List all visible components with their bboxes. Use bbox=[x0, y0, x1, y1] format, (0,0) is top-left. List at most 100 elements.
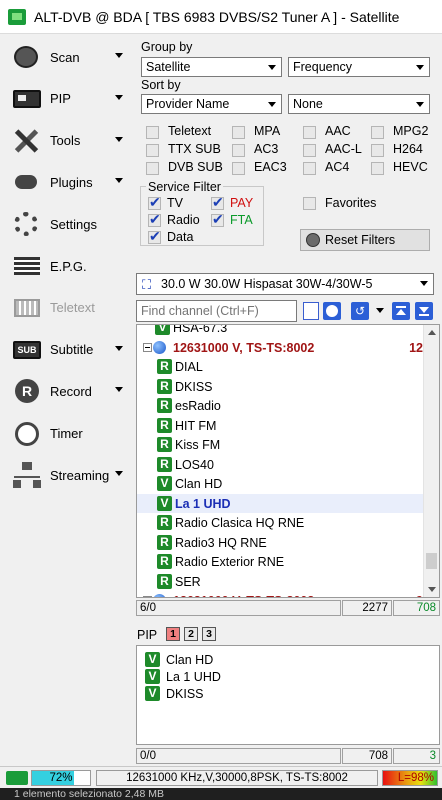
radio-checkbox[interactable] bbox=[148, 211, 161, 228]
flag-label: AC4 bbox=[325, 160, 350, 174]
flag-ac4-checkbox[interactable] bbox=[303, 162, 316, 175]
collapse-icon[interactable] bbox=[143, 342, 152, 352]
list-count: 2277 bbox=[342, 600, 392, 616]
fta-checkbox[interactable] bbox=[211, 211, 224, 228]
pay-checkbox[interactable] bbox=[211, 194, 224, 211]
menu-item-label: PIP bbox=[50, 91, 71, 107]
flag-dvb-sub-checkbox[interactable] bbox=[146, 162, 159, 175]
timer-icon bbox=[10, 418, 44, 448]
menu-item-subtitle[interactable]: SUB Subtitle bbox=[0, 329, 135, 371]
scroll-down-icon[interactable] bbox=[428, 587, 436, 592]
table-row[interactable]: R Kiss FM bbox=[137, 435, 425, 455]
flag-eac3-checkbox[interactable] bbox=[232, 162, 245, 175]
menu-item-streaming[interactable]: Streaming bbox=[0, 454, 135, 496]
menu-item-label: Settings bbox=[50, 216, 97, 232]
flag-label: TTX SUB bbox=[168, 142, 221, 156]
move-to-bottom-icon[interactable] bbox=[415, 302, 433, 320]
epg-icon bbox=[10, 251, 44, 281]
refresh-icon[interactable]: ↺ bbox=[351, 302, 369, 320]
channel-list[interactable]: V HSA-67.3 12631000 V, TS-TS:8002 12 R DIAL R D… bbox=[136, 324, 440, 598]
move-to-top-icon[interactable] bbox=[392, 302, 410, 320]
menu-item-record[interactable]: R Record bbox=[0, 370, 135, 412]
favorites-label: Favorites bbox=[325, 196, 377, 210]
table-row[interactable]: V La 1 UHD bbox=[137, 493, 425, 513]
stream-flags: Teletext MPA AAC MPG2 TTX SUB AC3 AAC-L H264 DVB… bbox=[146, 124, 440, 178]
data-checkbox[interactable] bbox=[148, 228, 161, 245]
video-channel-icon: V bbox=[157, 495, 172, 511]
pip-channel-list[interactable]: V Clan HD V La 1 UHD V DKISS bbox=[136, 645, 440, 745]
radio-channel-icon: R bbox=[157, 417, 172, 433]
reset-filters-button[interactable]: Reset Filters bbox=[300, 229, 430, 251]
table-row[interactable]: R DIAL bbox=[137, 357, 425, 377]
menu-item-plugins[interactable]: Plugins bbox=[0, 161, 135, 203]
table-row[interactable]: V Clan HD bbox=[137, 474, 425, 494]
menu-item-scan[interactable]: Scan bbox=[0, 36, 135, 78]
favorites-checkbox[interactable] bbox=[303, 197, 316, 210]
clock-icon[interactable] bbox=[323, 302, 341, 320]
pip-slot-3-button[interactable]: 3 bbox=[202, 627, 216, 641]
radio-channel-icon: R bbox=[157, 359, 172, 374]
flag-label: EAC3 bbox=[254, 160, 287, 174]
table-row[interactable]: R Radio Clasica HQ RNE bbox=[137, 513, 425, 533]
sort-by-select[interactable]: Provider Name bbox=[141, 94, 282, 114]
channel-name: esRadio bbox=[175, 399, 221, 413]
satellite-select-value: 30.0 W 30.0W Hispasat 30W-4/30W-5 bbox=[161, 277, 373, 291]
channel-name: La 1 UHD bbox=[166, 670, 221, 684]
collapse-icon[interactable] bbox=[143, 596, 152, 597]
list-item[interactable]: V DKISS bbox=[137, 684, 437, 704]
group-by-select[interactable]: Satellite bbox=[141, 57, 282, 77]
channel-name: Radio Clasica HQ RNE bbox=[175, 516, 305, 530]
pip-slot-1-button[interactable]: 1 bbox=[166, 627, 180, 641]
radio-channel-icon: R bbox=[157, 378, 172, 394]
reset-icon bbox=[306, 233, 320, 247]
video-channel-icon: V bbox=[155, 325, 170, 335]
list-item[interactable]: V HSA-67.3 bbox=[137, 325, 425, 338]
menu-item-settings[interactable]: Settings bbox=[0, 203, 135, 245]
table-row[interactable]: R Radio Exterior RNE bbox=[137, 552, 425, 572]
pip-position: 0/0 bbox=[136, 748, 341, 764]
chevron-down-icon bbox=[412, 58, 429, 76]
scroll-up-icon[interactable] bbox=[428, 330, 436, 335]
chevron-down-icon[interactable] bbox=[376, 308, 384, 313]
flag-ac3-checkbox[interactable] bbox=[232, 144, 245, 157]
table-row[interactable]: ResRadio bbox=[137, 396, 425, 416]
menu-item-epg[interactable]: E.P.G. bbox=[0, 245, 135, 287]
signal-icon bbox=[6, 771, 28, 785]
table-row[interactable]: R Radio3 HQ RNE bbox=[137, 533, 425, 553]
flag-label: AAC-L bbox=[325, 142, 362, 156]
menu-item-pip[interactable]: PIP bbox=[0, 78, 135, 120]
group-by-label: Group by bbox=[141, 40, 193, 54]
flag-ttx-sub-checkbox[interactable] bbox=[146, 144, 159, 157]
flag-mpg2-checkbox[interactable] bbox=[371, 126, 384, 139]
table-row[interactable]: R HIT FM bbox=[137, 416, 425, 436]
pip-green-count: 3 bbox=[393, 748, 440, 764]
table-row[interactable]: R SER bbox=[137, 572, 425, 592]
search-input[interactable] bbox=[136, 300, 297, 322]
flag-hevc-checkbox[interactable] bbox=[371, 162, 384, 175]
transponder-row[interactable]: 12631000 V, TS-TS:8003 9 bbox=[137, 591, 425, 597]
pip-slot-2-button[interactable]: 2 bbox=[184, 627, 198, 641]
group-by-secondary-select[interactable]: Frequency bbox=[288, 57, 430, 77]
channel-list-scrollbar[interactable] bbox=[423, 325, 439, 597]
sort-by-secondary-select[interactable]: None bbox=[288, 94, 430, 114]
tv-checkbox[interactable] bbox=[148, 194, 161, 211]
satellite-select[interactable]: ⛶ 30.0 W 30.0W Hispasat 30W-4/30W-5 bbox=[136, 273, 434, 295]
channel-list-icon[interactable] bbox=[303, 302, 319, 320]
reset-filters-label: Reset Filters bbox=[325, 233, 396, 247]
chevron-down-icon bbox=[412, 95, 429, 113]
flag-teletext-checkbox[interactable] bbox=[146, 126, 159, 139]
table-row[interactable]: R LOS40 bbox=[137, 455, 425, 475]
table-row[interactable]: R DKISS bbox=[137, 377, 425, 397]
channel-name: Radio3 HQ RNE bbox=[175, 535, 267, 550]
menu-item-teletext[interactable]: Teletext bbox=[0, 287, 135, 329]
transponder-row[interactable]: 12631000 V, TS-TS:8002 12 bbox=[137, 338, 425, 358]
flag-aac-checkbox[interactable] bbox=[303, 126, 316, 139]
channel-name: La 1 UHD bbox=[175, 496, 231, 511]
flag-aac-l-checkbox[interactable] bbox=[303, 144, 316, 157]
chevron-down-icon bbox=[416, 274, 433, 292]
flag-mpa-checkbox[interactable] bbox=[232, 126, 245, 139]
menu-item-timer[interactable]: Timer bbox=[0, 412, 135, 454]
menu-item-tools[interactable]: Tools bbox=[0, 120, 135, 162]
flag-h264-checkbox[interactable] bbox=[371, 144, 384, 157]
scroll-thumb[interactable] bbox=[426, 553, 437, 569]
